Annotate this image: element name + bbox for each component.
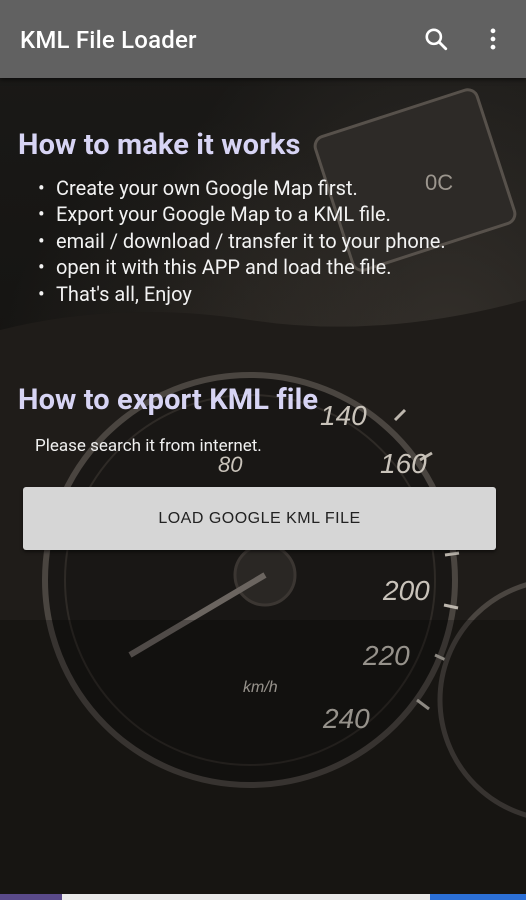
gauge-label-200: 200 [382,575,430,606]
step-item: Create your own Google Map first. [38,175,468,202]
bottom-strip-left [0,894,62,900]
app-title: KML File Loader [20,26,197,54]
gauge-label-140: 140 [320,400,367,431]
app-bar: KML File Loader [0,0,526,78]
export-note: Please search it from internet. [35,436,262,456]
step-item: open it with this APP and load the file. [38,254,468,281]
step-item: That's all, Enjoy [38,281,468,308]
step-item: email / download / transfer it to your p… [38,228,468,255]
steps-list: Create your own Google Map first. Export… [38,175,468,307]
search-icon[interactable] [421,24,451,54]
export-heading: How to export KML file [18,383,319,417]
load-kml-button[interactable]: LOAD GOOGLE KML FILE [23,487,496,550]
more-vert-icon[interactable] [478,24,508,54]
step-item: Export your Google Map to a KML file. [38,201,468,228]
gauge-label-160: 160 [380,448,427,479]
how-to-heading: How to make it works [18,128,301,162]
bottom-strip [0,894,526,900]
bottom-strip-right [430,894,526,900]
